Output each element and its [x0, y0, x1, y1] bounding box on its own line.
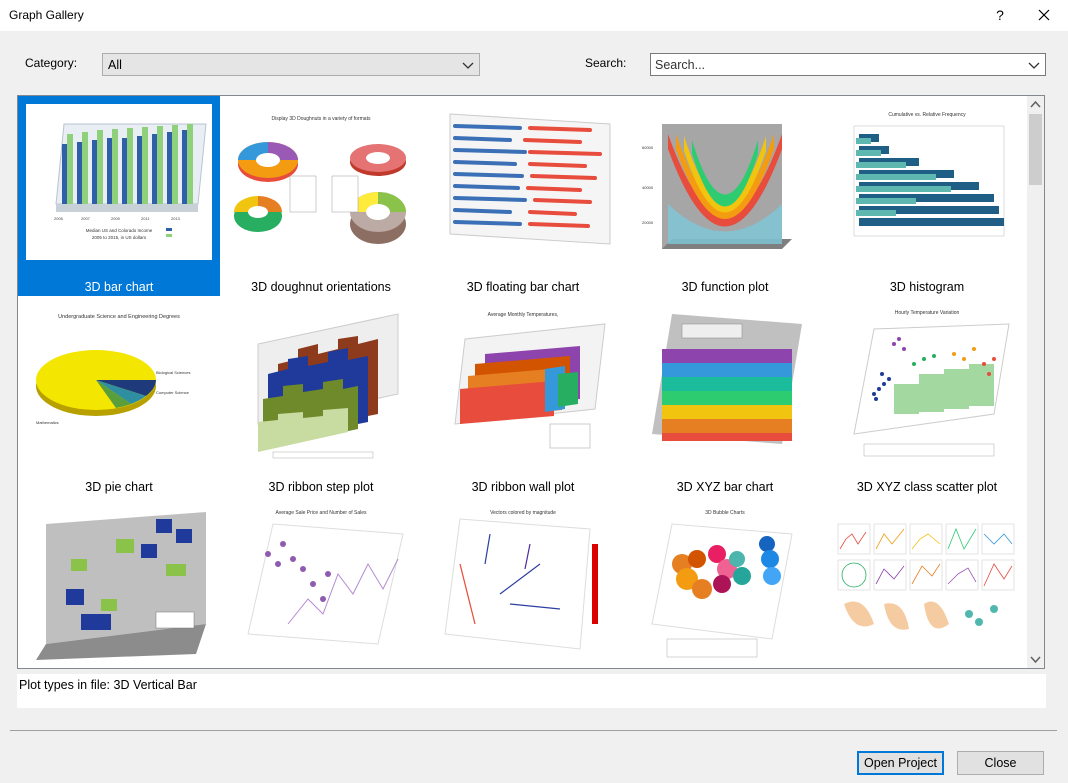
doughnut-3d-thumbnail: Display 3D Doughnuts in a variety of for… — [228, 104, 414, 260]
close-window-button[interactable] — [1029, 3, 1059, 27]
svg-text:Undergraduate Science and Engi: Undergraduate Science and Engineering De… — [58, 314, 180, 320]
scatter-lines-3d-thumbnail: Average Sale Price and Number of Sales — [228, 504, 414, 660]
gallery-item-label: 3D doughnut orientations — [251, 280, 391, 294]
gallery-item-label: 3D XYZ class scatter plot — [856, 480, 998, 494]
svg-text:Mathematics: Mathematics — [36, 420, 59, 425]
gallery-item-multi-panel[interactable] — [826, 496, 1028, 668]
gallery-item-3d-scatter-lines[interactable]: Average Sale Price and Number of Sales — [220, 496, 422, 668]
svg-text:2009: 2009 — [111, 216, 121, 221]
bar-chart-3d-thumbnail: 2005 2007 2009 2011 2013 Median US and Color… — [26, 104, 212, 260]
gallery-item-3d-xyz-bar[interactable]: 3D XYZ bar chart — [624, 296, 826, 496]
gallery-item-3d-function-plot[interactable]: 60000 40000 20000 3D function plot — [624, 96, 826, 296]
xyz-bar-3d-thumbnail — [632, 304, 818, 460]
svg-text:Median US and Colorado Income: Median US and Colorado Income — [86, 228, 153, 233]
gallery-item-3d-vector-plot[interactable]: Vectors colored by magnitude — [422, 496, 624, 668]
close-icon — [1038, 9, 1050, 21]
gallery-item-label: 3D floating bar chart — [466, 280, 580, 294]
gallery-item-3d-bar-chart[interactable]: 2005 2007 2009 2011 2013 Median US and Color… — [18, 96, 220, 296]
category-dropdown[interactable]: All — [102, 53, 480, 76]
chevron-down-icon — [1028, 62, 1040, 69]
gallery-item-3d-boxes[interactable] — [18, 496, 220, 668]
vector-plot-3d-thumbnail: Vectors colored by magnitude — [430, 504, 616, 660]
gallery-item-3d-ribbon-wall[interactable]: Average Monthly Temperatures, 3D ribbon … — [422, 296, 624, 496]
ribbon-wall-3d-thumbnail: Average Monthly Temperatures, — [430, 304, 616, 460]
gallery-item-3d-histogram[interactable]: Cumulative vs. Relative Frequency 3D his… — [826, 96, 1028, 296]
divider — [10, 730, 1057, 731]
gallery-item-3d-ribbon-step[interactable]: 3D ribbon step plot — [220, 296, 422, 496]
svg-text:2011: 2011 — [141, 216, 150, 221]
svg-text:40000: 40000 — [642, 185, 654, 190]
gallery-item-3d-pie-chart[interactable]: Undergraduate Science and Engineering De… — [18, 296, 220, 496]
gallery-item-label: 3D XYZ bar chart — [676, 480, 774, 494]
gallery-item-label: 3D bar chart — [84, 280, 154, 294]
scroll-down-icon[interactable] — [1027, 651, 1044, 668]
search-label: Search: — [585, 56, 627, 70]
category-label: Category: — [25, 56, 78, 70]
pie-chart-3d-thumbnail: Undergraduate Science and Engineering De… — [26, 304, 212, 460]
title-bar: Graph Gallery ? — [0, 0, 1068, 31]
scrollbar-thumb[interactable] — [1029, 114, 1042, 185]
function-plot-3d-thumbnail: 60000 40000 20000 — [632, 104, 818, 260]
svg-text:20000: 20000 — [642, 220, 654, 225]
svg-text:Average Sale Price and Number: Average Sale Price and Number of Sales — [275, 510, 367, 516]
bubble-3d-thumbnail: 3D Bubble Charts — [632, 504, 818, 660]
svg-text:Average Monthly Temperatures,: Average Monthly Temperatures, — [488, 312, 559, 318]
svg-text:2005 to 2015, in US dollars: 2005 to 2015, in US dollars — [92, 235, 147, 240]
graph-gallery-list[interactable]: 2005 2007 2009 2011 2013 Median US and Color… — [17, 95, 1045, 669]
histogram-3d-thumbnail: Cumulative vs. Relative Frequency — [834, 104, 1020, 260]
category-value: All — [108, 58, 122, 72]
gallery-item-label: 3D histogram — [889, 280, 965, 294]
xyz-scatter-3d-thumbnail: Hourly Temperature Variation — [834, 304, 1020, 460]
svg-text:60000: 60000 — [642, 145, 654, 150]
gallery-item-3d-floating-bar[interactable]: 3D floating bar chart — [422, 96, 624, 296]
svg-text:Cumulative vs. Relative Freque: Cumulative vs. Relative Frequency — [888, 112, 966, 118]
gallery-item-label: 3D pie chart — [85, 480, 153, 494]
gallery-item-3d-bubble[interactable]: 3D Bubble Charts — [624, 496, 826, 668]
chevron-down-icon — [462, 62, 474, 69]
search-input[interactable]: Search... — [655, 58, 705, 72]
search-combo[interactable]: Search... — [650, 53, 1046, 76]
gallery-item-label: 3D ribbon wall plot — [471, 480, 575, 494]
gallery-item-label: 3D function plot — [681, 280, 769, 294]
svg-text:Biological Sciences: Biological Sciences — [156, 370, 190, 375]
gallery-item-label: 3D ribbon step plot — [268, 480, 374, 494]
boxes-3d-thumbnail — [26, 504, 212, 660]
svg-text:2005: 2005 — [54, 216, 64, 221]
ribbon-step-3d-thumbnail — [228, 304, 414, 460]
multi-panel-thumbnail — [834, 504, 1020, 660]
floating-bar-3d-thumbnail — [430, 104, 616, 260]
help-button[interactable]: ? — [988, 4, 1012, 26]
svg-text:2013: 2013 — [171, 216, 181, 221]
svg-text:3D Bubble Charts: 3D Bubble Charts — [705, 510, 745, 516]
window-title: Graph Gallery — [9, 8, 84, 22]
svg-text:Computer Science: Computer Science — [156, 390, 190, 395]
svg-text:Vectors colored by magnitude: Vectors colored by magnitude — [490, 510, 556, 516]
svg-text:2007: 2007 — [81, 216, 91, 221]
gallery-item-3d-xyz-scatter[interactable]: Hourly Temperature Variation 3D XYZ clas… — [826, 296, 1028, 496]
svg-text:Hourly Temperature Variation: Hourly Temperature Variation — [895, 310, 960, 316]
gallery-scrollbar[interactable] — [1027, 96, 1044, 668]
plot-types-status: Plot types in file: 3D Vertical Bar — [17, 674, 1046, 708]
svg-text:Display 3D Doughnuts in a vari: Display 3D Doughnuts in a variety of for… — [272, 116, 371, 122]
gallery-item-3d-doughnut[interactable]: Display 3D Doughnuts in a variety of for… — [220, 96, 422, 296]
scroll-up-icon[interactable] — [1027, 96, 1044, 113]
plot-types-text: Plot types in file: 3D Vertical Bar — [19, 678, 197, 692]
open-project-button[interactable]: Open Project — [857, 751, 944, 775]
close-button[interactable]: Close — [957, 751, 1044, 775]
